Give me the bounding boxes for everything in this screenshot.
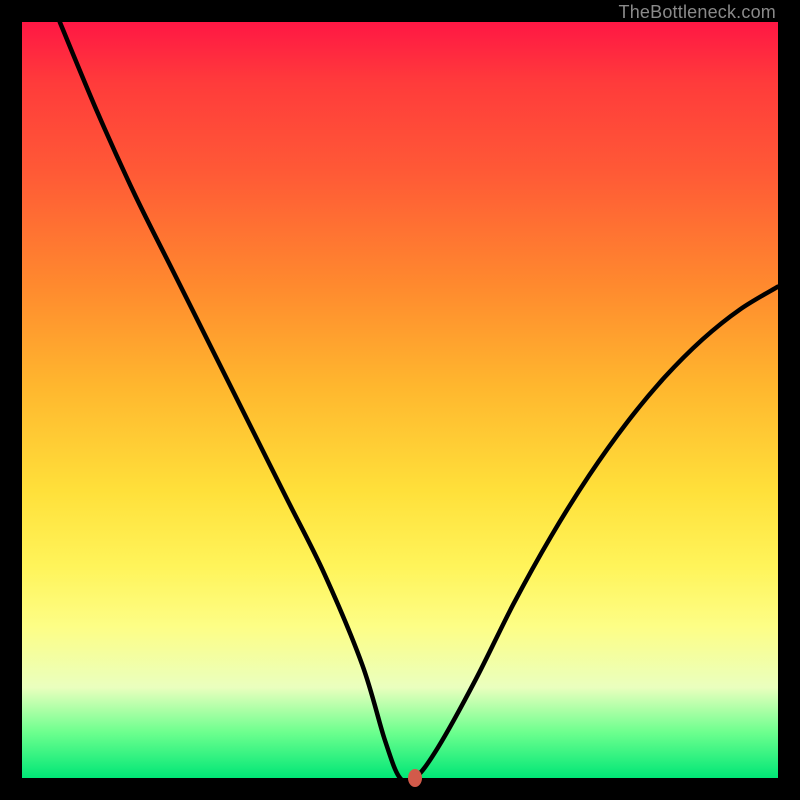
chart-frame: TheBottleneck.com xyxy=(0,0,800,800)
min-marker xyxy=(408,769,422,787)
plot-area xyxy=(22,22,778,778)
curve-svg xyxy=(22,22,778,778)
bottleneck-curve xyxy=(60,22,778,778)
watermark-label: TheBottleneck.com xyxy=(619,2,776,23)
